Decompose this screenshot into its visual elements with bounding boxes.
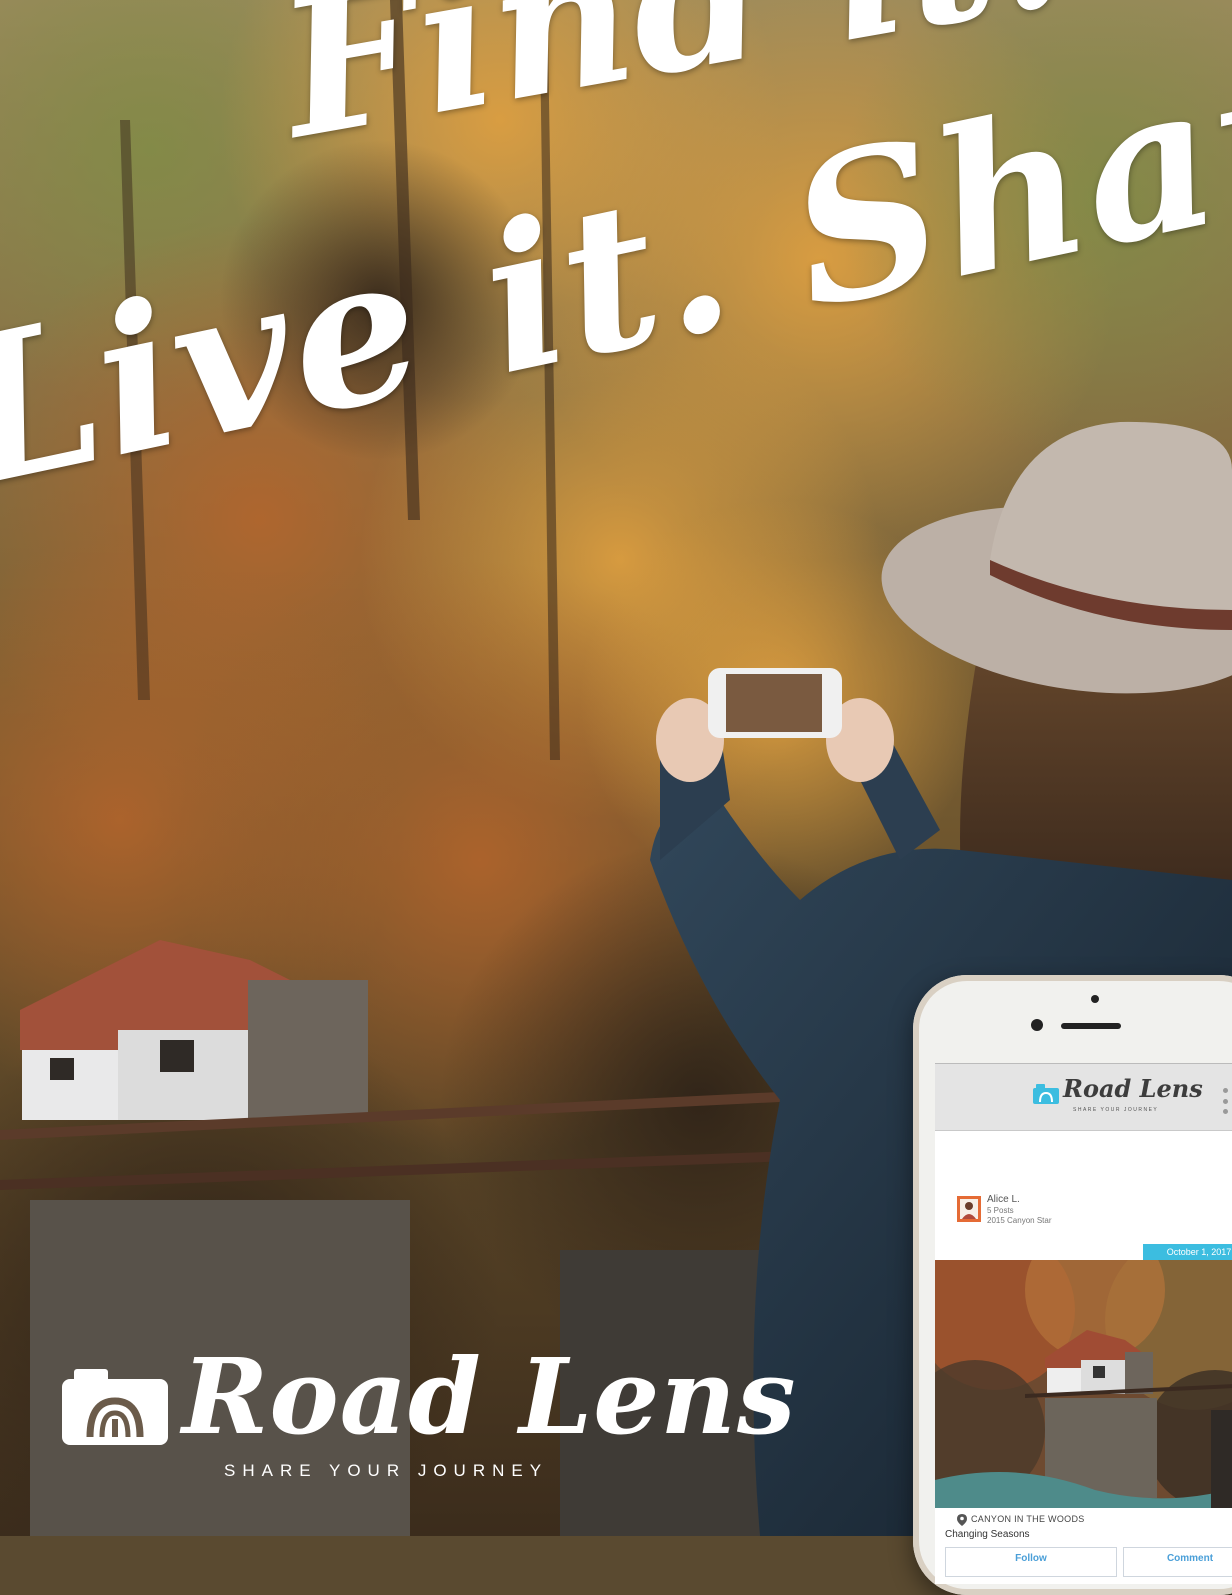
app-logo-tagline: SHARE YOUR JOURNEY bbox=[1073, 1107, 1159, 1113]
post-title: Changing Seasons bbox=[945, 1529, 1030, 1540]
brand-logo: Road Lens SHARE YOUR JOURNEY bbox=[62, 1335, 796, 1495]
brand-tagline: SHARE YOUR JOURNEY bbox=[224, 1461, 549, 1480]
post-photo[interactable] bbox=[935, 1260, 1232, 1508]
avatar[interactable] bbox=[957, 1196, 981, 1222]
phone-speaker bbox=[1061, 1023, 1121, 1029]
comment-button[interactable]: Comment bbox=[1123, 1547, 1232, 1577]
menu-dots-icon[interactable] bbox=[1223, 1088, 1229, 1114]
phone-camera bbox=[1031, 1019, 1043, 1031]
camera-logo-icon bbox=[1033, 1084, 1059, 1104]
phone-mockup: Road Lens SHARE YOUR JOURNEY Alice L. 5 … bbox=[913, 975, 1232, 1595]
follow-button[interactable]: Follow bbox=[945, 1547, 1117, 1577]
post-author: Alice L. 5 Posts 2015 Canyon Star bbox=[957, 1194, 1232, 1232]
post-date-badge: October 1, 2017 bbox=[1143, 1244, 1232, 1260]
app-screen: Road Lens SHARE YOUR JOURNEY Alice L. 5 … bbox=[935, 1063, 1232, 1584]
app-logo-text: Road Lens bbox=[1063, 1074, 1203, 1103]
post-location: CANYON IN THE WOODS bbox=[971, 1514, 1085, 1524]
author-name[interactable]: Alice L. bbox=[987, 1194, 1020, 1205]
post-actions: Follow Comment bbox=[945, 1547, 1232, 1577]
app-header: Road Lens SHARE YOUR JOURNEY bbox=[935, 1064, 1232, 1131]
location-pin-icon bbox=[957, 1514, 967, 1526]
camera-logo-icon bbox=[62, 1369, 168, 1445]
author-badge: 2015 Canyon Star bbox=[987, 1216, 1052, 1225]
brand-wordmark: Road Lens bbox=[182, 1335, 797, 1458]
author-post-count: 5 Posts bbox=[987, 1206, 1014, 1215]
phone-sensor bbox=[1091, 995, 1099, 1003]
